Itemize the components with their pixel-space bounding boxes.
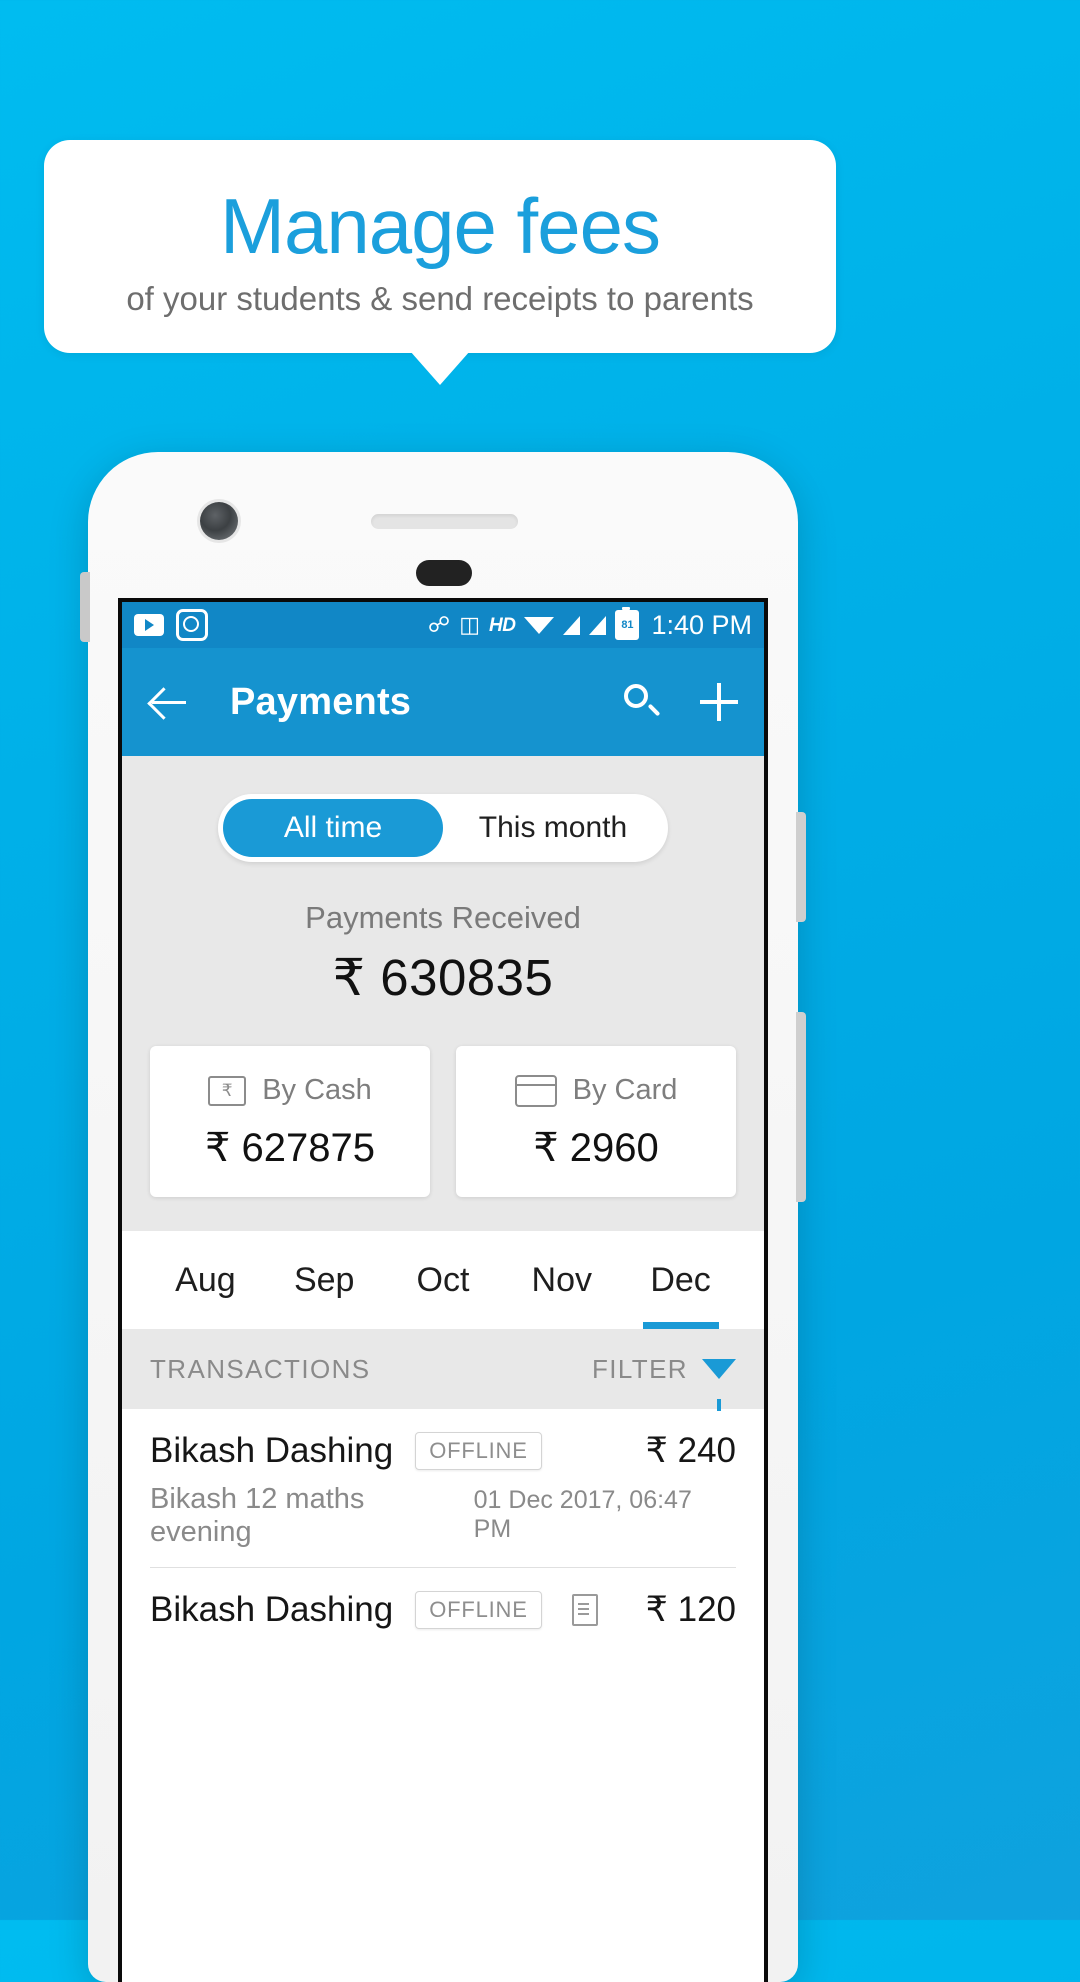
promo-banner: Manage fees of your students & send rece… xyxy=(44,140,836,386)
month-tab-nov[interactable]: Nov xyxy=(502,1231,621,1329)
month-tab-sep[interactable]: Sep xyxy=(265,1231,384,1329)
phone-mockup: ☍ ◫ HD 81 1:40 PM Payments All time This… xyxy=(80,452,806,1982)
app-bar: Payments xyxy=(122,648,764,756)
table-row[interactable]: Bikash Dashing OFFLINE ₹ 240 Bikash 12 m… xyxy=(122,1409,764,1568)
mi-fit-icon xyxy=(176,609,208,641)
table-row[interactable]: Bikash Dashing OFFLINE ₹ 120 xyxy=(122,1568,764,1630)
back-arrow-icon[interactable] xyxy=(148,680,192,724)
credit-card-icon xyxy=(514,1074,557,1107)
payments-received-amount: ₹ 630835 xyxy=(332,949,554,1006)
transactions-header: TRANSACTIONS FILTER xyxy=(122,1329,764,1411)
by-card-card[interactable]: By Card ₹ 2960 xyxy=(456,1046,736,1197)
transaction-primary-line: Bikash Dashing OFFLINE ₹ 120 xyxy=(150,1590,736,1630)
month-tab-oct[interactable]: Oct xyxy=(384,1231,503,1329)
status-bar-notifications xyxy=(134,609,208,641)
status-bar-system: ☍ ◫ HD 81 1:40 PM xyxy=(427,607,752,641)
status-bar: ☍ ◫ HD 81 1:40 PM xyxy=(122,602,764,648)
transaction-name: Bikash Dashing xyxy=(150,1431,394,1470)
filter-button[interactable]: FILTER xyxy=(591,1353,736,1411)
by-cash-header: ₹ By Cash xyxy=(150,1074,430,1107)
banner-tail xyxy=(410,351,470,386)
transaction-secondary-line: Bikash 12 maths evening 01 Dec 2017, 06:… xyxy=(150,1471,736,1568)
sensor-dot xyxy=(416,560,472,586)
status-badge: OFFLINE xyxy=(415,1432,542,1470)
transaction-date: 01 Dec 2017, 06:47 PM xyxy=(473,1486,692,1543)
signal-icon-2 xyxy=(589,615,607,635)
receipt-icon[interactable] xyxy=(571,1594,598,1626)
status-badge: OFFLINE xyxy=(415,1591,542,1629)
phone-button-right-bottom xyxy=(796,1012,806,1202)
transaction-primary-line: Bikash Dashing OFFLINE ₹ 240 xyxy=(150,1431,736,1471)
filter-label: FILTER xyxy=(591,1353,688,1384)
month-tab-aug[interactable]: Aug xyxy=(146,1231,265,1329)
wifi-icon xyxy=(524,616,555,634)
youtube-icon xyxy=(134,614,164,636)
by-card-header: By Card xyxy=(456,1074,736,1107)
signal-icon-1 xyxy=(563,615,581,635)
earpiece-speaker xyxy=(371,514,518,529)
by-card-amount: ₹ 2960 xyxy=(533,1126,659,1170)
app-bar-actions xyxy=(624,683,738,721)
payments-received-label: Payments Received xyxy=(305,900,581,935)
phone-button-right-top xyxy=(796,812,806,922)
transactions-label: TRANSACTIONS xyxy=(150,1353,371,1384)
by-cash-label: By Cash xyxy=(262,1074,372,1106)
status-bar-clock: 1:40 PM xyxy=(651,609,752,640)
by-card-label: By Card xyxy=(572,1074,678,1106)
vibrate-icon: ◫ xyxy=(459,612,480,637)
month-tabs: Aug Sep Oct Nov Dec xyxy=(122,1231,764,1329)
funnel-icon xyxy=(702,1359,736,1411)
search-icon[interactable] xyxy=(624,684,660,720)
tab-this-month[interactable]: This month xyxy=(443,799,663,857)
transaction-amount: ₹ 120 xyxy=(645,1590,736,1629)
tab-all-time[interactable]: All time xyxy=(223,799,443,857)
bluetooth-icon: ☍ xyxy=(427,612,451,637)
plus-icon[interactable] xyxy=(700,683,738,721)
phone-button-left xyxy=(80,572,90,642)
summary-section: All time This month Payments Received ₹ … xyxy=(122,756,764,1231)
battery-icon: 81 xyxy=(615,607,640,640)
month-tab-dec[interactable]: Dec xyxy=(621,1231,740,1329)
payment-method-cards: ₹ By Cash ₹ 627875 By Card ₹ 2960 xyxy=(122,1008,764,1231)
transaction-amount: ₹ 240 xyxy=(645,1431,736,1470)
by-cash-card[interactable]: ₹ By Cash ₹ 627875 xyxy=(150,1046,430,1197)
phone-screen: ☍ ◫ HD 81 1:40 PM Payments All time This… xyxy=(118,598,768,1982)
hd-icon: HD xyxy=(488,614,516,636)
banner-title: Manage fees xyxy=(220,182,661,270)
banner-subtitle: of your students & send receipts to pare… xyxy=(126,279,754,317)
transaction-description: Bikash 12 maths evening xyxy=(150,1483,365,1548)
by-cash-amount: ₹ 627875 xyxy=(204,1126,376,1170)
transaction-name: Bikash Dashing xyxy=(150,1590,394,1629)
front-camera-icon xyxy=(200,502,238,540)
time-range-toggle: All time This month xyxy=(218,794,668,862)
page-title: Payments xyxy=(230,680,412,723)
cash-icon: ₹ xyxy=(208,1075,247,1106)
